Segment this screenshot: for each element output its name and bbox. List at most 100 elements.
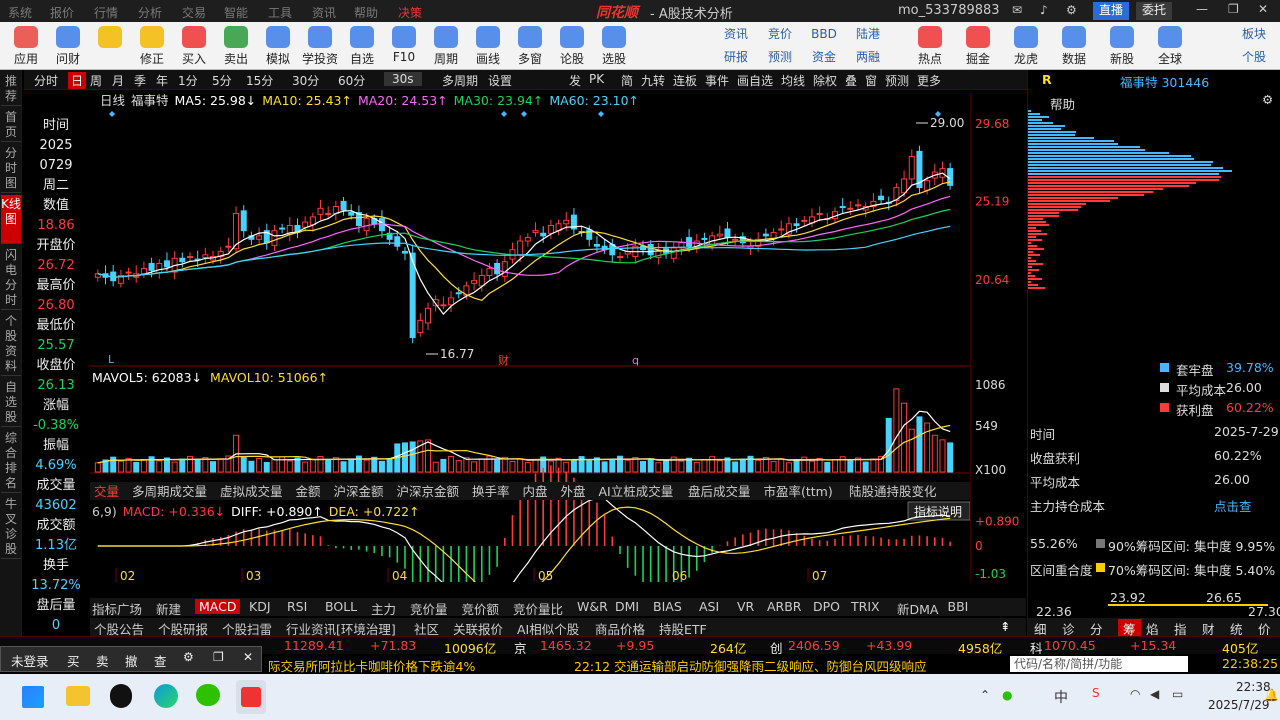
menu-decision[interactable]: 决策 — [398, 4, 422, 21]
chart-tool-tab[interactable]: 窗 — [865, 72, 877, 89]
tray-wechat-icon[interactable]: ● — [1002, 688, 1012, 702]
indicator-tab[interactable]: 主力 — [371, 599, 396, 618]
chart-tool-tab[interactable]: 九转 — [641, 72, 665, 89]
chart-tool-tab[interactable]: 事件 — [705, 72, 729, 89]
toolbar-corner-button[interactable]: 板块 — [1232, 24, 1276, 44]
chart-tool-tab[interactable]: 除权 — [813, 72, 837, 89]
help-label[interactable]: 帮助 — [1050, 94, 1075, 113]
menu-market[interactable]: 行情 — [94, 4, 118, 21]
indicator-tab[interactable]: DPO — [813, 599, 840, 614]
toolbar-button[interactable]: 修正 — [132, 24, 172, 68]
chart-tool-tab[interactable]: 更多 — [917, 72, 941, 89]
toolbar-button[interactable]: 多窗 — [510, 24, 550, 68]
battery-icon[interactable]: ▭ — [1172, 687, 1183, 701]
tray-chevron-icon[interactable]: ⌃ — [980, 688, 990, 702]
bell-icon[interactable]: ♪ — [1040, 3, 1048, 17]
left-tab[interactable]: 闪电分时 — [1, 246, 21, 310]
indicator-tab[interactable]: KDJ — [249, 599, 271, 614]
settings-icon[interactable]: ⚙ — [183, 650, 194, 664]
menu-analysis[interactable]: 分析 — [138, 4, 162, 21]
menu-news[interactable]: 资讯 — [312, 4, 336, 21]
volume-indicator-tab[interactable]: 沪深京金额 — [397, 484, 460, 499]
toolbar-small-button[interactable]: BBD — [804, 24, 844, 44]
volume-indicator-tab[interactable]: 多周期成交量 — [132, 484, 207, 499]
close-popup-icon[interactable]: ✕ — [243, 650, 253, 664]
toolbar-button[interactable]: 学投资 — [300, 24, 340, 68]
toolbar-button[interactable]: 热点 — [910, 24, 950, 68]
toolbar-button[interactable]: 选股 — [594, 24, 634, 68]
volume-indicator-tab[interactable]: 金额 — [296, 484, 322, 499]
indicator-tab[interactable]: 竞价量 — [410, 599, 448, 618]
indicator-tab[interactable]: ARBR — [767, 599, 802, 614]
chart-tool-tab[interactable]: 均线 — [781, 72, 805, 89]
left-tab[interactable]: 个股资料 — [1, 312, 21, 376]
restore-icon[interactable]: ❐ — [213, 650, 224, 664]
left-tab[interactable]: 分时图 — [1, 144, 21, 193]
close-icon[interactable]: ✕ — [1258, 2, 1268, 16]
ime-indicator[interactable]: 中 — [1054, 687, 1068, 707]
mark-finance[interactable]: 财 — [498, 353, 509, 367]
windows-start-icon[interactable] — [22, 686, 44, 708]
indicator-tab[interactable]: W&R — [577, 599, 608, 614]
chart-tool-tab[interactable]: 连板 — [673, 72, 697, 89]
indicator-tab[interactable]: 指标广场 — [92, 599, 142, 618]
query-link[interactable]: 查 — [154, 651, 167, 670]
volume-indicator-tab[interactable]: 虚拟成交量 — [220, 484, 283, 499]
delegate-button[interactable]: 委托 — [1136, 2, 1173, 20]
toolbar-small-button[interactable]: 竞价 — [760, 24, 800, 44]
gear-icon[interactable]: ⚙ — [1066, 3, 1077, 17]
period-tab[interactable]: 设置 — [488, 72, 512, 89]
stat-value[interactable]: 点击查 — [1214, 496, 1252, 515]
indicator-tab[interactable]: DMI — [615, 599, 639, 614]
chart-tool-tab[interactable]: 发 — [569, 72, 581, 89]
toolbar-button[interactable]: 全球 — [1150, 24, 1190, 68]
indicator-tab[interactable]: BIAS — [653, 599, 682, 614]
toolbar-button[interactable]: 周期 — [426, 24, 466, 68]
volume-icon[interactable]: ◀ — [1150, 687, 1159, 701]
period-tab[interactable]: 周 — [90, 72, 102, 89]
left-tab[interactable]: 推荐 — [1, 72, 21, 106]
indicator-tab[interactable]: RSI — [287, 599, 307, 614]
toolbar-button[interactable] — [90, 24, 130, 68]
indicator-tab[interactable]: VR — [737, 599, 754, 614]
toolbar-button[interactable]: 买入 — [174, 24, 214, 68]
menu-quote[interactable]: 报价 — [50, 4, 74, 21]
news-right[interactable]: 22:12 交通运输部启动防御强降雨二级响应、防御台风四级响应 — [574, 656, 927, 675]
indicator-tab[interactable]: BBI — [948, 599, 969, 614]
qq-icon[interactable] — [110, 684, 132, 708]
help-gear-icon[interactable]: ⚙ — [1262, 92, 1273, 107]
notification-icon[interactable]: 🔔 — [1264, 688, 1279, 702]
wifi-icon[interactable]: ◠ — [1130, 687, 1140, 701]
toolbar-small-button[interactable]: 陆港 — [848, 24, 888, 44]
left-tab[interactable]: K线图 — [1, 195, 21, 244]
menu-tools[interactable]: 工具 — [268, 4, 292, 21]
chart-tool-tab[interactable]: 叠 — [845, 72, 857, 89]
indicator-tab[interactable]: MACD — [195, 599, 241, 614]
toolbar-small-button[interactable]: 研报 — [716, 47, 756, 67]
volume-indicator-tab[interactable]: 换手率 — [472, 484, 510, 499]
volume-indicator-tab[interactable]: 市盈率(ttm) — [764, 484, 833, 499]
wechat-icon[interactable] — [196, 684, 220, 706]
volume-indicator-tab[interactable]: 交量 — [94, 484, 119, 499]
edge-icon[interactable] — [154, 684, 178, 708]
period-tab[interactable]: 60分 — [338, 72, 365, 89]
period-tab[interactable]: 月 — [112, 72, 124, 89]
toolbar-button[interactable]: 数据 — [1054, 24, 1094, 68]
volume-indicator-tab[interactable]: 外盘 — [561, 484, 586, 499]
file-explorer-icon[interactable] — [66, 686, 90, 706]
chart-area[interactable]: 日线 福事特 MA5: 25.98↓ MA10: 25.43↑ MA20: 24.53↑… — [90, 92, 970, 582]
volume-indicator-tab[interactable]: AI立桩成交量 — [599, 484, 674, 499]
indicator-tab[interactable]: 竞价量比 — [513, 599, 563, 618]
period-tab[interactable]: 15分 — [246, 72, 273, 89]
indicator-tab[interactable]: 新DMA — [897, 599, 938, 618]
tray-app-icon[interactable]: S — [1092, 686, 1100, 700]
left-tab[interactable]: 牛叉诊股 — [1, 495, 21, 559]
mark-q[interactable]: q — [632, 354, 639, 367]
volume-indicator-tab[interactable]: 陆股通持股变化 — [849, 484, 937, 499]
live-button[interactable]: 直播 — [1093, 2, 1130, 20]
volume-indicator-tab[interactable]: 内盘 — [523, 484, 548, 499]
menu-system[interactable]: 系统 — [8, 4, 32, 21]
cancel-link[interactable]: 撤 — [125, 651, 138, 670]
search-input[interactable]: 代码/名称/简拼/功能 — [1010, 656, 1188, 672]
toolbar-small-button[interactable]: 资讯 — [716, 24, 756, 44]
